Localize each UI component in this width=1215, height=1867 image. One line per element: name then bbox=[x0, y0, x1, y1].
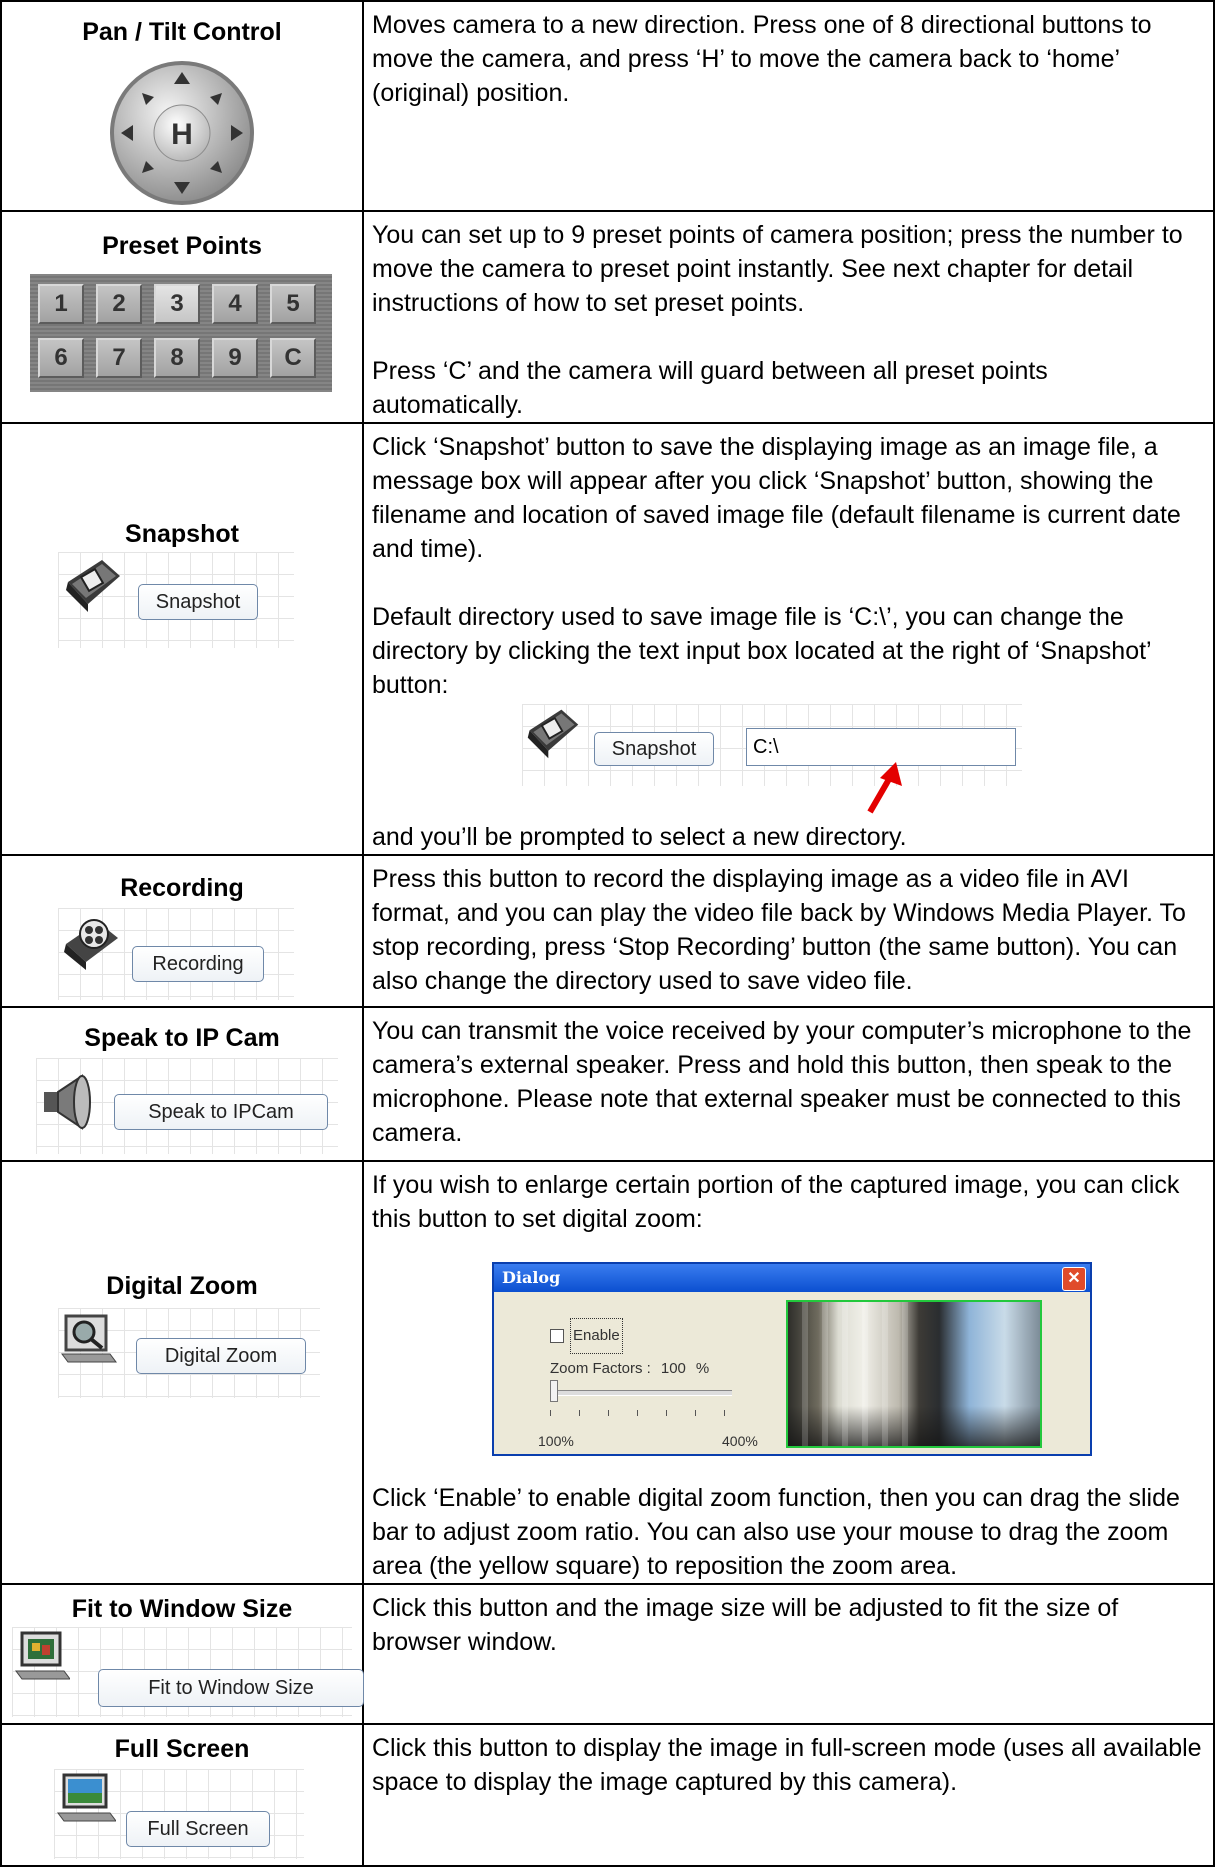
feature-title: Pan / Tilt Control bbox=[82, 18, 282, 46]
table-row: Pan / Tilt Control H Moves camera to a n… bbox=[0, 0, 1215, 212]
zoom-slider-track[interactable] bbox=[552, 1390, 732, 1396]
digital-zoom-widget: Digital Zoom bbox=[58, 1308, 320, 1398]
magnifier-monitor-icon bbox=[61, 1314, 117, 1363]
description-cell: Click this button to display the image i… bbox=[362, 1723, 1215, 1867]
camera-icon bbox=[527, 709, 579, 759]
zoom-slider-ticks bbox=[550, 1410, 730, 1416]
description-text: and you’ll be prompted to select a new d… bbox=[372, 823, 907, 851]
speak-to-ipcam-button[interactable]: Speak to IPCam bbox=[114, 1094, 328, 1130]
zoom-factor-label: Zoom Factors : bbox=[550, 1360, 651, 1377]
feature-cell: Pan / Tilt Control H bbox=[0, 0, 364, 212]
enable-checkbox-row[interactable]: Enable bbox=[550, 1318, 623, 1354]
fit-to-window-button[interactable]: Fit to Window Size bbox=[98, 1669, 364, 1707]
pan-tilt-control[interactable]: H bbox=[102, 58, 262, 208]
preset-key-8[interactable]: 8 bbox=[154, 338, 200, 378]
table-row: Speak to IP Cam Speak to IPCam You can t… bbox=[0, 1006, 1215, 1162]
description-text: Press this button to record the displayi… bbox=[372, 865, 1186, 995]
snapshot-widget: Snapshot bbox=[58, 552, 294, 648]
description-text: Default directory used to save image fil… bbox=[372, 603, 1151, 699]
zoom-dialog-area: Dialog ✕ Enable Zoom Factors : 100 % 100… bbox=[372, 1236, 1205, 1481]
description-text: Click ‘Snapshot’ button to save the disp… bbox=[372, 433, 1181, 563]
zoom-factor-row: Zoom Factors : 100 % bbox=[550, 1352, 709, 1386]
description-cell: Moves camera to a new direction. Press o… bbox=[362, 0, 1215, 212]
snapshot-button[interactable]: Snapshot bbox=[138, 584, 258, 620]
description-text: If you wish to enlarge certain portion o… bbox=[372, 1171, 1180, 1233]
feature-title: Digital Zoom bbox=[106, 1272, 258, 1300]
description-text: You can set up to 9 preset points of cam… bbox=[372, 221, 1183, 317]
feature-title: Speak to IP Cam bbox=[84, 1024, 280, 1052]
preset-key-3[interactable]: 3 bbox=[154, 284, 200, 324]
table-row: Digital Zoom Digital Zoom If you wish to… bbox=[0, 1160, 1215, 1585]
snapshot-example-button[interactable]: Snapshot bbox=[594, 732, 714, 766]
description-cell: Click ‘Snapshot’ button to save the disp… bbox=[362, 422, 1215, 856]
slider-max-label: 400% bbox=[722, 1433, 758, 1449]
snapshot-example-bar: Snapshot C:\ bbox=[522, 704, 1022, 786]
description-cell: If you wish to enlarge certain portion o… bbox=[362, 1160, 1215, 1585]
description-cell: You can set up to 9 preset points of cam… bbox=[362, 210, 1215, 424]
full-screen-button[interactable]: Full Screen bbox=[126, 1811, 270, 1847]
feature-title: Recording bbox=[120, 874, 244, 902]
zoom-preview-image[interactable] bbox=[786, 1300, 1042, 1448]
zoom-factor-unit: % bbox=[695, 1360, 710, 1377]
table-row: Fit to Window Size Fit to Window Size Cl… bbox=[0, 1583, 1215, 1725]
snapshot-example: Snapshot C:\ bbox=[372, 702, 1205, 820]
enable-label: Enable bbox=[570, 1318, 623, 1354]
description-text: Click this button to display the image i… bbox=[372, 1734, 1202, 1796]
feature-cell: Fit to Window Size Fit to Window Size bbox=[0, 1583, 364, 1725]
feature-title: Full Screen bbox=[114, 1735, 250, 1763]
recording-widget: Recording bbox=[58, 908, 294, 1000]
fit-window-widget: Fit to Window Size bbox=[12, 1627, 364, 1717]
speak-widget: Speak to IPCam bbox=[36, 1058, 338, 1154]
full-screen-widget: Full Screen bbox=[54, 1769, 304, 1859]
recording-button[interactable]: Recording bbox=[132, 946, 264, 982]
preset-key-4[interactable]: 4 bbox=[212, 284, 258, 324]
preset-keypad: 1 2 3 4 5 6 7 8 9 C bbox=[30, 274, 332, 392]
feature-cell: Digital Zoom Digital Zoom bbox=[0, 1160, 364, 1585]
home-button[interactable]: H bbox=[171, 118, 193, 151]
description-cell: You can transmit the voice received by y… bbox=[362, 1006, 1215, 1162]
description-cell: Press this button to record the displayi… bbox=[362, 854, 1215, 1008]
description-text: Moves camera to a new direction. Press o… bbox=[372, 11, 1152, 107]
zoom-slider-thumb[interactable] bbox=[550, 1380, 558, 1402]
feature-cell: Recording Recording bbox=[0, 854, 364, 1008]
full-screen-icon bbox=[57, 1773, 116, 1822]
description-text: Click ‘Enable’ to enable digital zoom fu… bbox=[372, 1484, 1180, 1580]
description-text: Press ‘C’ and the camera will guard betw… bbox=[372, 357, 1048, 419]
description-text: Click this button and the image size wil… bbox=[372, 1594, 1119, 1656]
directory-input[interactable]: C:\ bbox=[746, 728, 1016, 766]
close-icon[interactable]: ✕ bbox=[1062, 1267, 1086, 1291]
red-arrow-icon bbox=[867, 762, 902, 814]
dialog-title: Dialog bbox=[494, 1264, 1090, 1292]
table-row: Preset Points 1 2 3 4 5 6 7 8 9 C You ca… bbox=[0, 210, 1215, 424]
feature-table: Pan / Tilt Control H Moves camera to a n… bbox=[0, 0, 1215, 1867]
preset-key-5[interactable]: 5 bbox=[270, 284, 316, 324]
table-row: Full Screen Full Screen Click this butto… bbox=[0, 1723, 1215, 1867]
table-row: Snapshot Snapshot Click ‘Snapshot’ butto… bbox=[0, 422, 1215, 856]
feature-cell: Full Screen Full Screen bbox=[0, 1723, 364, 1867]
feature-title: Fit to Window Size bbox=[71, 1595, 293, 1623]
preset-key-1[interactable]: 1 bbox=[38, 284, 84, 324]
video-camera-icon bbox=[64, 919, 118, 970]
fit-window-icon bbox=[15, 1631, 70, 1680]
preset-key-9[interactable]: 9 bbox=[212, 338, 258, 378]
description-cell: Click this button and the image size wil… bbox=[362, 1583, 1215, 1725]
enable-checkbox[interactable] bbox=[550, 1329, 564, 1343]
zoom-dialog: Dialog ✕ Enable Zoom Factors : 100 % 100… bbox=[492, 1262, 1092, 1456]
table-row: Recording Recording Press this button to… bbox=[0, 854, 1215, 1008]
preset-key-2[interactable]: 2 bbox=[96, 284, 142, 324]
slider-min-label: 100% bbox=[538, 1433, 574, 1449]
preset-key-7[interactable]: 7 bbox=[96, 338, 142, 378]
speaker-icon bbox=[44, 1074, 91, 1130]
feature-cell: Speak to IP Cam Speak to IPCam bbox=[0, 1006, 364, 1162]
camera-icon bbox=[66, 560, 120, 612]
feature-title: Snapshot bbox=[125, 520, 239, 548]
preset-key-c[interactable]: C bbox=[270, 338, 316, 378]
digital-zoom-button[interactable]: Digital Zoom bbox=[136, 1338, 306, 1374]
description-text: You can transmit the voice received by y… bbox=[372, 1017, 1192, 1147]
feature-cell: Preset Points 1 2 3 4 5 6 7 8 9 C bbox=[0, 210, 364, 424]
preset-key-6[interactable]: 6 bbox=[38, 338, 84, 378]
feature-title: Preset Points bbox=[102, 232, 262, 260]
feature-cell: Snapshot Snapshot bbox=[0, 422, 364, 856]
zoom-factor-value: 100 bbox=[660, 1360, 686, 1377]
